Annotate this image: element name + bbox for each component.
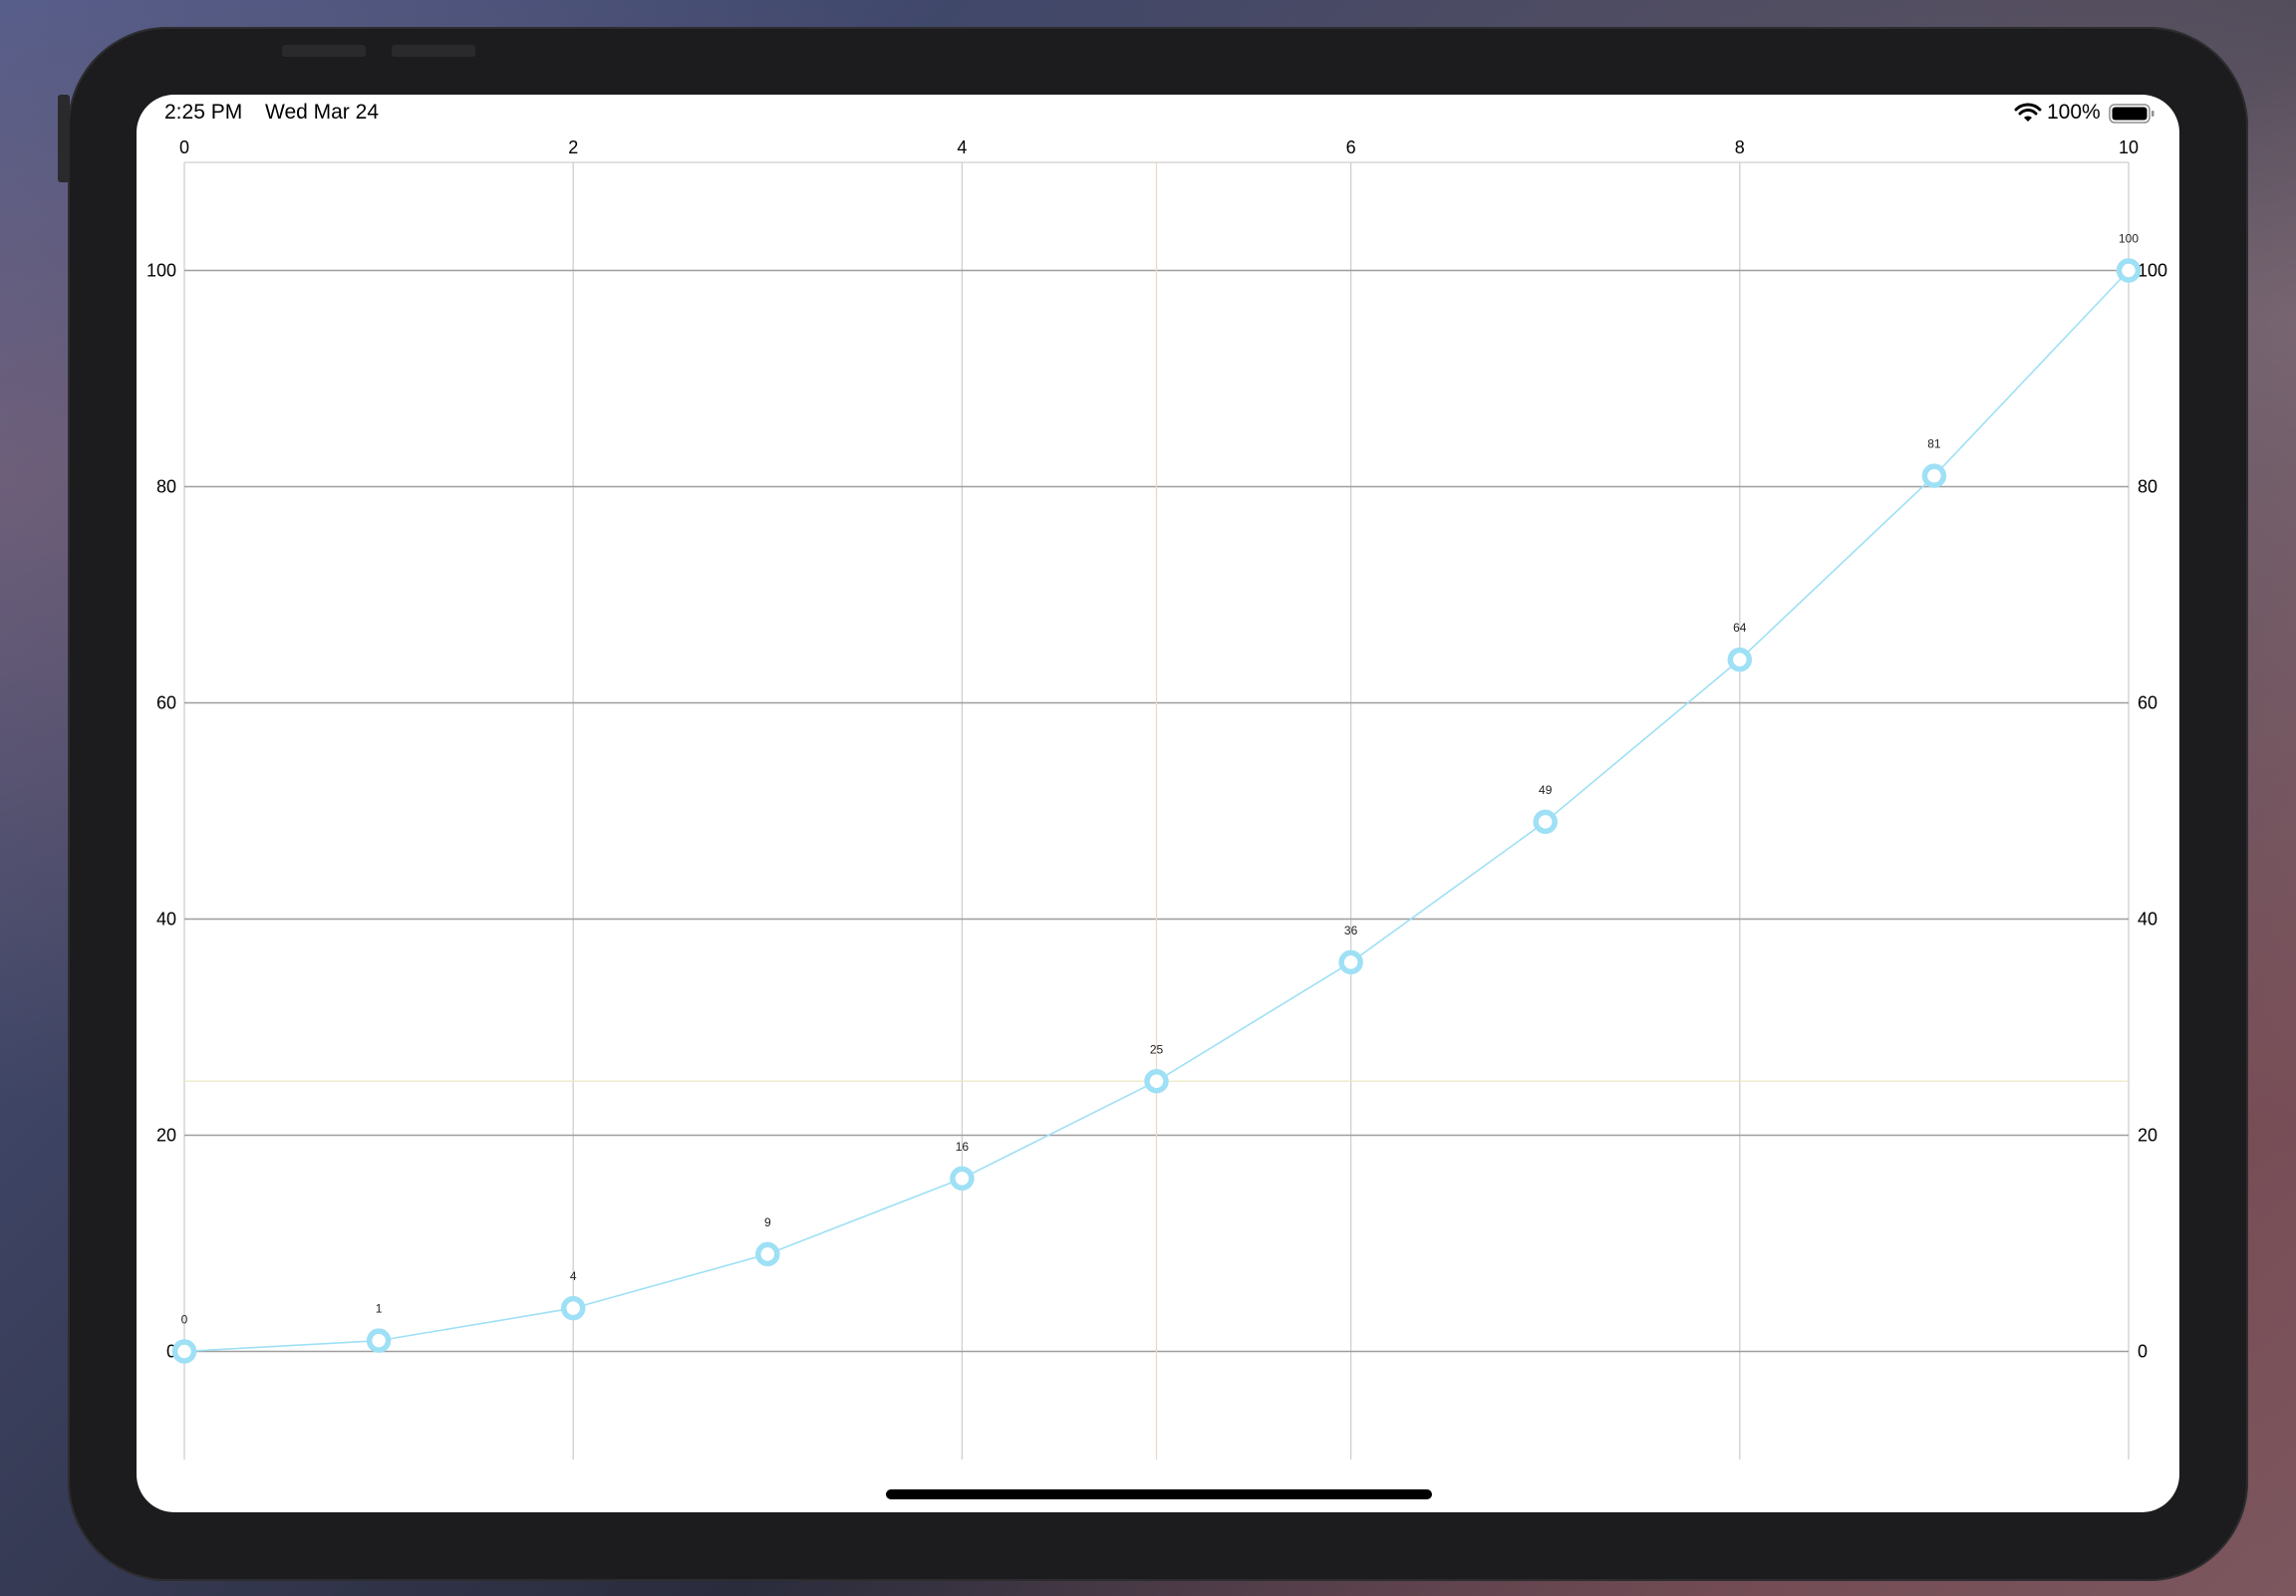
data-label: 4 (570, 1269, 577, 1283)
data-point (1921, 463, 1947, 488)
data-point (755, 1241, 780, 1267)
data-point (171, 1339, 197, 1364)
battery-percentage: 100% (2047, 101, 2101, 124)
x-tick-label: 2 (568, 137, 578, 157)
data-point (950, 1166, 975, 1192)
line-chart: 0 2 4 6 8 100 020 2040 4060 6080 80100 100014916253… (146, 137, 2167, 1460)
battery-icon (2109, 104, 2154, 124)
x-tick-label: 4 (957, 137, 967, 157)
data-label: 16 (956, 1140, 970, 1154)
x-tick-label: 10 (2119, 137, 2139, 157)
y-tick-label-right: 60 (2138, 693, 2157, 713)
data-point (1144, 1069, 1169, 1094)
y-tick-label-left: 100 (146, 261, 176, 281)
data-label: 100 (2119, 232, 2139, 246)
y-tick-label-right: 80 (2138, 477, 2157, 497)
wifi-icon (2014, 103, 2042, 122)
x-tick-label: 0 (179, 137, 189, 157)
data-point (2116, 258, 2142, 283)
screen: 0 2 4 6 8 10 0 0 20 20 40 40 60 60 80 80 100 100 0 1 4 9 16 25 3… (137, 95, 2179, 1512)
data-label: 49 (1539, 783, 1553, 797)
data-label: 1 (376, 1302, 383, 1316)
x-tick-label: 6 (1346, 137, 1356, 157)
data-label: 25 (1150, 1042, 1164, 1056)
data-point (1727, 647, 1753, 672)
y-tick-label-left: 20 (156, 1126, 176, 1146)
y-tick-label-left: 60 (156, 693, 176, 713)
data-point (1338, 949, 1363, 975)
y-tick-label-left: 40 (156, 910, 176, 930)
y-tick-label-right: 100 (2138, 261, 2167, 281)
y-tick-label-right: 40 (2138, 910, 2157, 930)
status-time: 2:25 PM (164, 101, 243, 124)
status-bar: 2:25 PM Wed Mar 24 100% (137, 95, 2179, 138)
data-label: 36 (1344, 924, 1358, 937)
data-point (366, 1328, 392, 1353)
volume-button (282, 45, 366, 57)
data-point (1533, 809, 1558, 835)
y-tick-label-right: 0 (2138, 1342, 2148, 1362)
status-date: Wed Mar 24 (265, 101, 379, 124)
data-label: 9 (764, 1215, 771, 1229)
volume-button (392, 45, 475, 57)
home-indicator[interactable] (886, 1489, 1432, 1499)
top-button (58, 95, 70, 182)
x-tick-label: 8 (1735, 137, 1745, 157)
y-tick-label-left: 80 (156, 477, 176, 497)
data-point (560, 1295, 586, 1321)
y-tick-label-right: 20 (2138, 1126, 2157, 1146)
data-label: 81 (1927, 437, 1941, 451)
data-label: 64 (1733, 621, 1747, 635)
data-label: 0 (181, 1313, 188, 1327)
